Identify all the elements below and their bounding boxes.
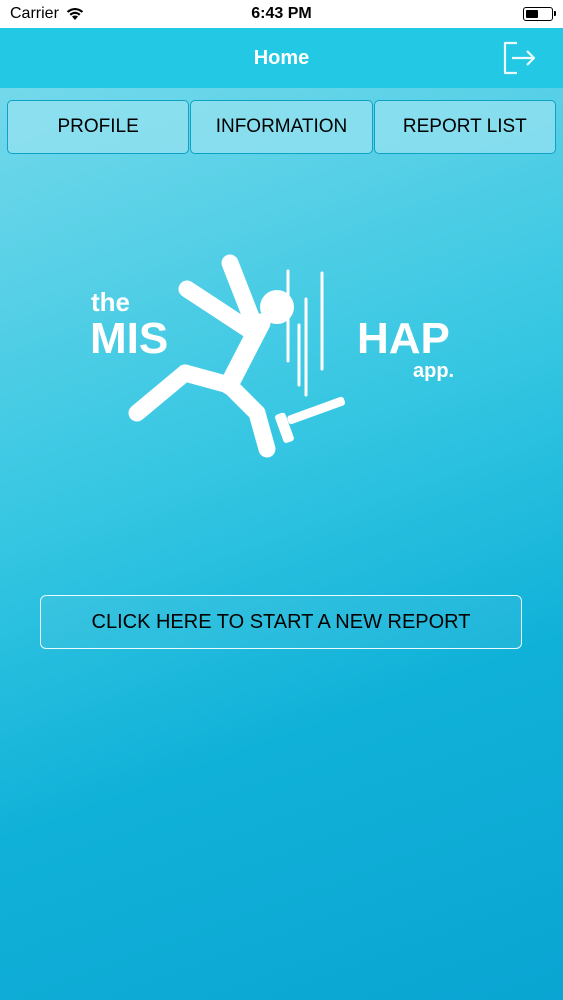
logout-icon[interactable]: [501, 39, 539, 77]
navbar: Home: [0, 28, 563, 88]
tab-information[interactable]: INFORMATION: [190, 100, 373, 154]
hammer-icon: [275, 396, 346, 443]
battery-level: [526, 10, 538, 18]
wifi-icon: [66, 8, 84, 20]
page-title: Home: [253, 46, 310, 69]
start-new-report-button[interactable]: CLICK HERE TO START A NEW REPORT: [40, 595, 522, 649]
carrier-label: Carrier: [10, 5, 59, 22]
status-time: 6:43 PM: [251, 5, 312, 22]
status-left: Carrier: [10, 5, 84, 23]
tab-bar: PROFILE INFORMATION REPORT LIST: [7, 100, 556, 154]
tab-profile[interactable]: PROFILE: [7, 100, 190, 154]
status-bar: Carrier 6:43 PM: [0, 0, 563, 28]
logo-word-hap: HAP: [357, 314, 450, 363]
mishap-logo: the MIS HAP app.: [90, 254, 454, 458]
logo-word-the: the: [91, 287, 130, 317]
logo-word-app: app.: [413, 360, 454, 382]
battery-icon: [523, 7, 556, 21]
motion-lines: [286, 269, 324, 397]
tab-report-list[interactable]: REPORT LIST: [373, 100, 556, 154]
logo-word-mis: MIS: [90, 314, 168, 363]
